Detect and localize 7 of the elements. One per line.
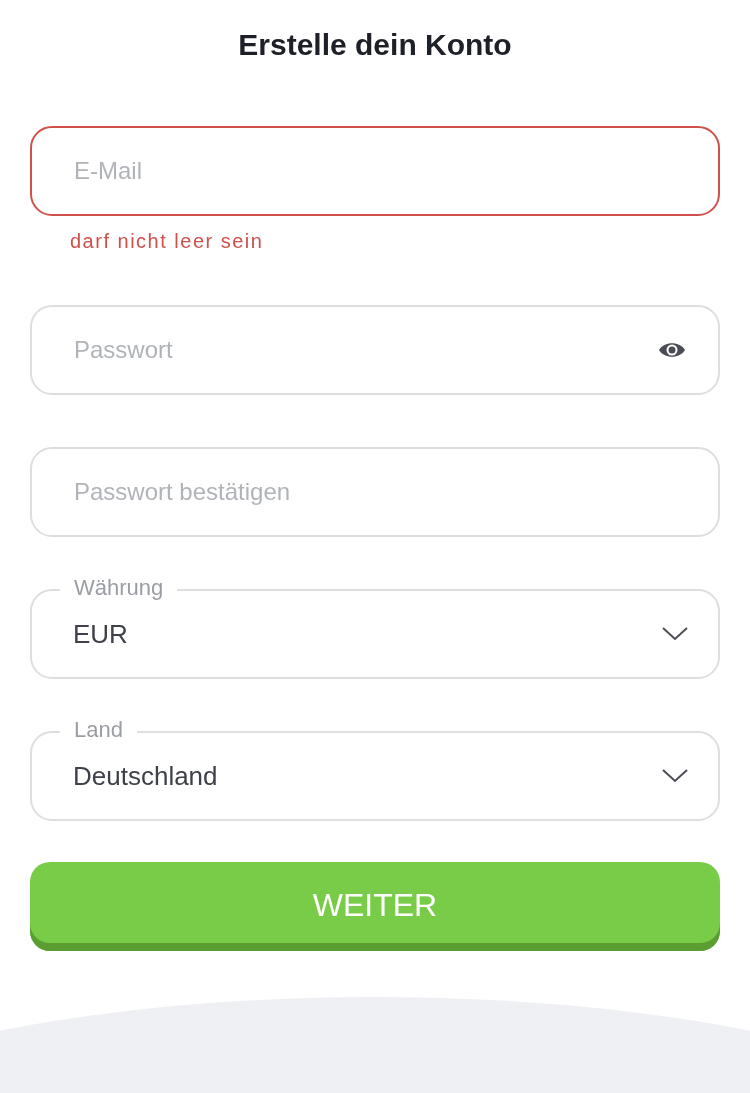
error-message: darf nicht leer sein <box>69 229 265 254</box>
chevron-down-icon <box>662 627 688 641</box>
input-field[interactable]: E-Mail <box>30 126 720 216</box>
chevron-down-icon <box>662 769 688 783</box>
page-title: Erstelle dein Konto <box>238 27 512 63</box>
password-field[interactable]: Passwort <box>30 305 720 395</box>
eye-icon[interactable] <box>658 340 686 360</box>
